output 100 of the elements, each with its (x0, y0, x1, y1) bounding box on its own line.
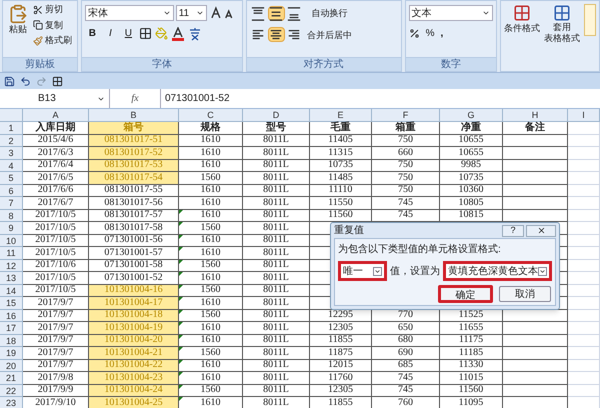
row-header[interactable]: 13 (0, 272, 23, 284)
italic-button[interactable]: I (102, 26, 118, 41)
dialog-title: 重复值 (334, 224, 364, 238)
table-cell: 081301017-56 (104, 198, 163, 208)
table-cell: 081301017-52 (104, 148, 163, 158)
table-cell: 1610 (200, 398, 220, 408)
row-header[interactable]: 8 (0, 210, 23, 222)
grid-icon (513, 4, 531, 22)
row-header[interactable]: 10 (0, 234, 23, 247)
paste-button[interactable]: 粘贴 (5, 1, 31, 57)
row-header[interactable]: 20 (0, 360, 23, 372)
row-header[interactable]: 7 (0, 197, 23, 210)
align-button[interactable] (268, 27, 285, 42)
number-format-field[interactable]: 文本 (408, 5, 493, 21)
table-cell: 12305 (328, 385, 353, 396)
row-header[interactable]: 6 (0, 184, 23, 197)
row-header[interactable]: 5 (0, 172, 23, 184)
table-cell: 11855 (328, 398, 353, 408)
table-cell: 1610 (200, 372, 220, 383)
table-cell: 101301004-24 (104, 385, 163, 396)
table-cell: 11655 (458, 322, 484, 333)
table-cell: 1610 (200, 335, 220, 346)
wrap-text-button[interactable]: 自动换行 (306, 7, 352, 20)
comma-button[interactable]: , (440, 26, 444, 41)
table-cell: 2017/6/6 (38, 185, 74, 196)
toolbar-table-icon[interactable] (52, 76, 63, 86)
border-icon[interactable] (138, 27, 152, 40)
format-painter-button[interactable]: 格式刷 (33, 34, 72, 48)
table-cell: 8011L (263, 160, 289, 170)
fill-color-icon[interactable] (154, 27, 168, 40)
row-header[interactable]: 9 (0, 222, 23, 234)
align-button[interactable] (268, 6, 285, 21)
row-header[interactable]: 2 (0, 134, 23, 147)
cut-button[interactable]: 剪切 (33, 3, 72, 16)
font-name-field[interactable]: 宋体 (84, 5, 174, 21)
scissors-icon (33, 4, 43, 15)
dropdown-icon (373, 266, 382, 276)
name-box[interactable]: B13 (0, 89, 110, 108)
function-label[interactable]: fx (110, 91, 160, 106)
merge-center-button[interactable]: 合并后居中 (306, 28, 352, 42)
font-size-field[interactable]: 11 (176, 5, 208, 21)
underline-button[interactable]: U (120, 26, 136, 41)
row-header[interactable]: 14 (0, 284, 23, 297)
table-cell: 2017/10/6 (35, 260, 76, 270)
table-cell: 745 (398, 198, 413, 208)
table-cell: 11560 (328, 210, 353, 220)
close-icon (536, 226, 546, 235)
table-cell: 10805 (458, 198, 484, 208)
percent-icon[interactable] (408, 28, 420, 39)
table-cell: 8011L (263, 335, 289, 346)
table-cell: 2017/9/9 (38, 385, 74, 396)
formula-field[interactable]: 071301001-52 (160, 89, 600, 108)
row-header[interactable]: 17 (0, 322, 23, 334)
conditional-format-button[interactable]: 条件格式 (504, 4, 540, 36)
table-cell: 1560 (200, 348, 220, 358)
help-button[interactable]: ? (502, 224, 524, 236)
table-cell: 9985 (461, 160, 481, 170)
table-cell: 101301004-22 (104, 360, 163, 370)
table-cell: 1610 (200, 298, 220, 308)
row-header[interactable]: 3 (0, 147, 23, 160)
table-cell: 2017/9/7 (38, 310, 74, 320)
table-cell: 2017/9/10 (35, 398, 76, 408)
bold-button[interactable]: B (84, 26, 100, 41)
close-button[interactable] (526, 224, 556, 236)
format-dropdown[interactable]: 黄填充色深黄色文本 (443, 261, 552, 281)
copy-button[interactable]: 复制 (33, 18, 72, 32)
table-cell: 10655 (458, 135, 484, 146)
row-header[interactable]: 23 (0, 397, 23, 408)
table-cell: 745 (398, 385, 413, 396)
table-cell: 1610 (200, 198, 220, 208)
row-header[interactable]: 18 (0, 334, 23, 347)
save-icon[interactable] (4, 76, 15, 86)
align-button[interactable] (286, 6, 303, 21)
cell-style-gallery[interactable] (584, 4, 596, 36)
table-cell: 081301017-57 (104, 210, 163, 220)
table-cell: 11330 (458, 360, 484, 370)
row-header[interactable]: 22 (0, 384, 23, 397)
table-format-button[interactable]: 套用 表格格式 (544, 4, 580, 44)
percent-button[interactable]: % (426, 26, 434, 41)
rule-dropdown[interactable]: 唯一 (338, 261, 387, 281)
row-header[interactable]: 12 (0, 260, 23, 272)
phonetic-icon[interactable] (188, 26, 202, 40)
ok-button[interactable]: 确定 (438, 285, 493, 303)
row-header[interactable]: 4 (0, 160, 23, 172)
table-cell: 101301004-23 (104, 372, 163, 383)
row-header[interactable]: 1 (0, 122, 23, 134)
undo-icon[interactable] (20, 76, 31, 86)
table-cell: 650 (398, 322, 413, 333)
font-color-icon[interactable] (170, 26, 185, 40)
table-cell: 11175 (458, 335, 484, 346)
row-header[interactable]: 21 (0, 372, 23, 384)
table-cell: 1560 (200, 222, 220, 233)
dropdown-icon (538, 266, 547, 276)
row-header[interactable]: 15 (0, 297, 23, 310)
row-header[interactable]: 16 (0, 310, 23, 322)
row-header[interactable]: 11 (0, 247, 23, 260)
align-button[interactable] (250, 6, 267, 21)
cancel-button[interactable]: 取消 (499, 286, 551, 302)
dropdown-icon (482, 9, 490, 17)
row-header[interactable]: 19 (0, 347, 23, 360)
